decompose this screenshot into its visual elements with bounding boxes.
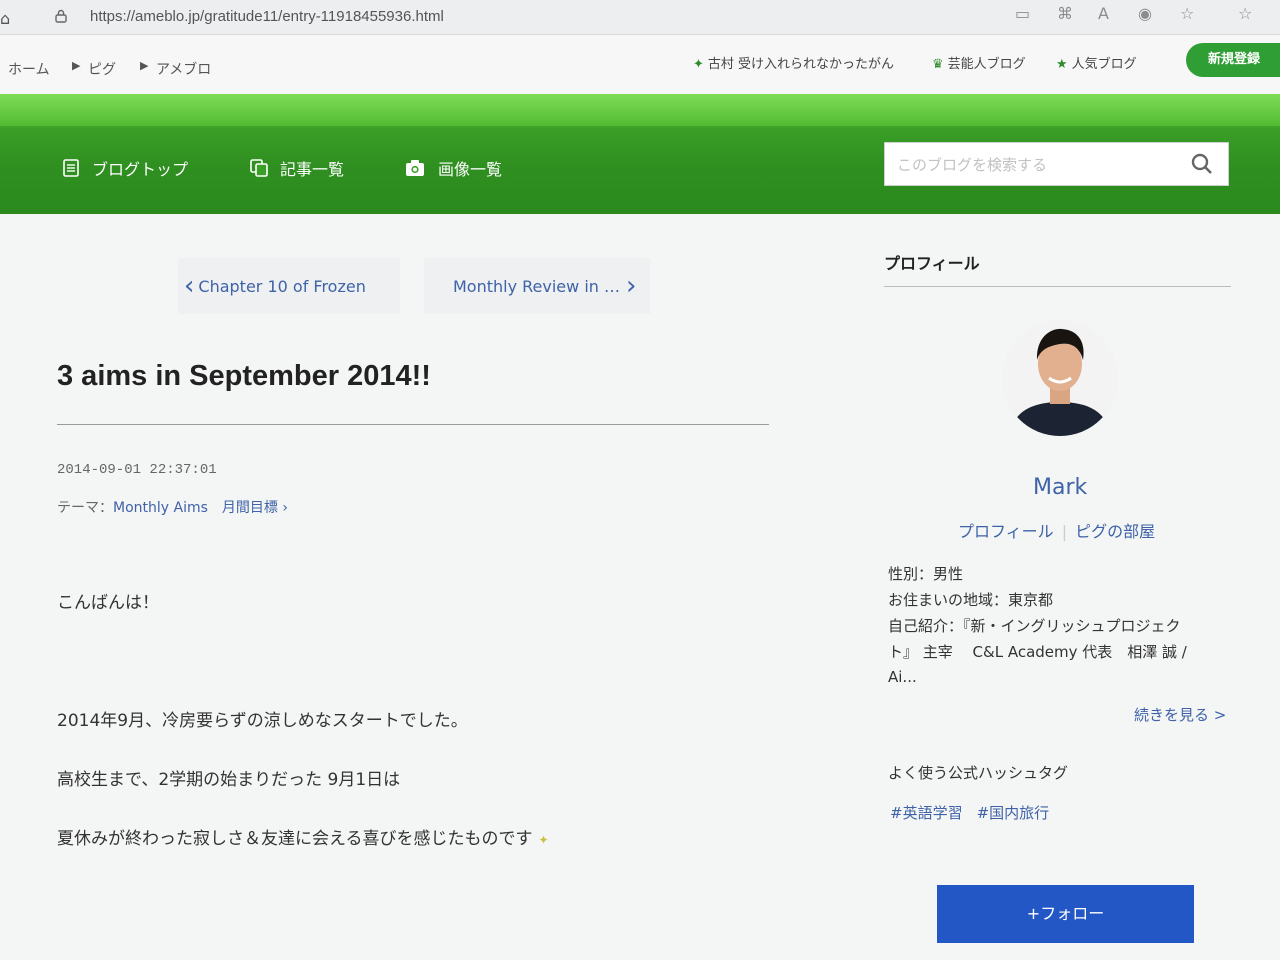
browser-address-bar: ⌂ https://ameblo.jp/gratitude11/entry-11… bbox=[0, 0, 1280, 35]
header-link-celebrity[interactable]: ♛ 芸能人ブログ bbox=[932, 53, 1026, 72]
apps-icon[interactable]: ⌘ bbox=[1057, 4, 1073, 23]
chevron-right-icon: › bbox=[277, 500, 288, 516]
profile-links: プロフィール | ピグの部屋 bbox=[958, 518, 1155, 542]
header-link-trending[interactable]: ✦ 古村 受け入れられなかったがん bbox=[693, 53, 894, 72]
follow-button[interactable]: +フォロー bbox=[937, 885, 1194, 943]
profile-intro-line: 自己紹介：『新・イングリッシュプロジェク bbox=[888, 617, 1181, 635]
add-favorite-icon[interactable]: ☆ bbox=[1180, 4, 1194, 23]
read-aloud-icon[interactable]: A bbox=[1098, 4, 1109, 23]
reader-view-icon[interactable]: ▭ bbox=[1015, 4, 1030, 23]
chevron-right-icon: › bbox=[626, 271, 637, 301]
profile-link[interactable]: プロフィール bbox=[958, 522, 1054, 541]
link-separator: | bbox=[1061, 522, 1068, 541]
article-paragraph: こんばんは！ bbox=[57, 593, 159, 613]
sparkle-icon: ✦ bbox=[693, 57, 704, 72]
url-field[interactable]: https://ameblo.jp/gratitude11/entry-1191… bbox=[90, 8, 444, 25]
pigg-room-link[interactable]: ピグの部屋 bbox=[1075, 522, 1155, 541]
hashtag-heading: よく使う公式ハッシュタグ bbox=[888, 764, 1069, 782]
title-divider bbox=[57, 424, 769, 425]
profile-name[interactable]: Mark bbox=[1033, 475, 1087, 500]
breadcrumb-arrow-icon: ▶ bbox=[72, 59, 81, 72]
register-button[interactable]: 新規登録 bbox=[1186, 43, 1280, 77]
profile-gender: 性別：男性 bbox=[888, 565, 964, 583]
breadcrumb-arrow-icon: ▶ bbox=[140, 59, 149, 72]
blog-nav-band: ブログトップ 記事一覧 画像一覧 bbox=[0, 94, 1280, 214]
favorites-icon[interactable]: ☆ bbox=[1238, 4, 1252, 23]
document-icon bbox=[63, 159, 79, 177]
article-date: 2014-09-01 22:37:01 bbox=[57, 462, 217, 478]
breadcrumb-pigg[interactable]: ピグ bbox=[88, 59, 116, 79]
nav-image-list[interactable]: 画像一覧 bbox=[404, 156, 502, 180]
next-article-link[interactable]: Monthly Review in … › bbox=[424, 258, 650, 314]
hashtag-list: #英語学習 #国内旅行 bbox=[890, 802, 1063, 823]
ameba-header: ホーム ▶ ピグ ▶ アメブロ ✦ 古村 受け入れられなかったがん ♛ 芸能人ブログ… bbox=[0, 35, 1280, 97]
profile-intro-line: ト』 主宰 C&L Academy 代表 相澤 誠 / bbox=[888, 643, 1187, 661]
hashtag-link[interactable]: #英語学習 bbox=[890, 804, 963, 822]
article-theme: テーマ：Monthly Aims 月間目標 › bbox=[57, 500, 288, 516]
search-icon[interactable] bbox=[1190, 152, 1214, 176]
browser-home-icon[interactable]: ⌂ bbox=[0, 9, 10, 28]
theme-link[interactable]: Monthly Aims 月間目標 bbox=[113, 500, 278, 516]
green-strip bbox=[0, 94, 1280, 126]
profile-heading: プロフィール bbox=[884, 254, 980, 273]
profile-divider bbox=[884, 286, 1231, 287]
extension-icon[interactable]: ◉ bbox=[1138, 4, 1152, 23]
avatar[interactable] bbox=[1002, 320, 1118, 436]
lock-icon[interactable] bbox=[55, 9, 67, 23]
star-icon: ★ bbox=[1056, 57, 1068, 72]
article-paragraph: 夏休みが終わった寂しさ＆友達に会える喜びを感じたものです ✦ bbox=[57, 829, 549, 849]
avatar-photo bbox=[1002, 320, 1118, 436]
article-paragraph: 高校生まで、2学期の始まりだった 9月1日は bbox=[57, 770, 401, 790]
profile-intro-line: Ai... bbox=[888, 668, 917, 686]
breadcrumb-ameblo[interactable]: アメブロ bbox=[156, 59, 211, 79]
copy-icon bbox=[250, 159, 268, 177]
sparkle-emoji-icon: ✦ bbox=[538, 833, 549, 847]
prev-article-link[interactable]: ‹ Chapter 10 of Frozen bbox=[178, 258, 400, 314]
read-more-link[interactable]: 続きを見る > bbox=[1134, 704, 1226, 725]
nav-blog-top[interactable]: ブログトップ bbox=[62, 156, 188, 180]
blog-search bbox=[884, 142, 1229, 186]
blog-search-input[interactable] bbox=[895, 151, 1179, 179]
breadcrumb-home[interactable]: ホーム bbox=[8, 59, 50, 79]
camera-icon bbox=[406, 160, 424, 176]
header-link-popular[interactable]: ★ 人気ブログ bbox=[1056, 53, 1137, 72]
article-paragraph: 2014年9月、冷房要らずの涼しめなスタートでした。 bbox=[57, 711, 468, 731]
profile-location: お住まいの地域：東京都 bbox=[888, 591, 1054, 609]
crown-icon: ♛ bbox=[932, 57, 944, 72]
article-title: 3 aims in September 2014!! bbox=[57, 360, 431, 392]
nav-article-list[interactable]: 記事一覧 bbox=[250, 156, 344, 180]
hashtag-link[interactable]: #国内旅行 bbox=[977, 804, 1050, 822]
chevron-left-icon: ‹ bbox=[184, 271, 195, 301]
